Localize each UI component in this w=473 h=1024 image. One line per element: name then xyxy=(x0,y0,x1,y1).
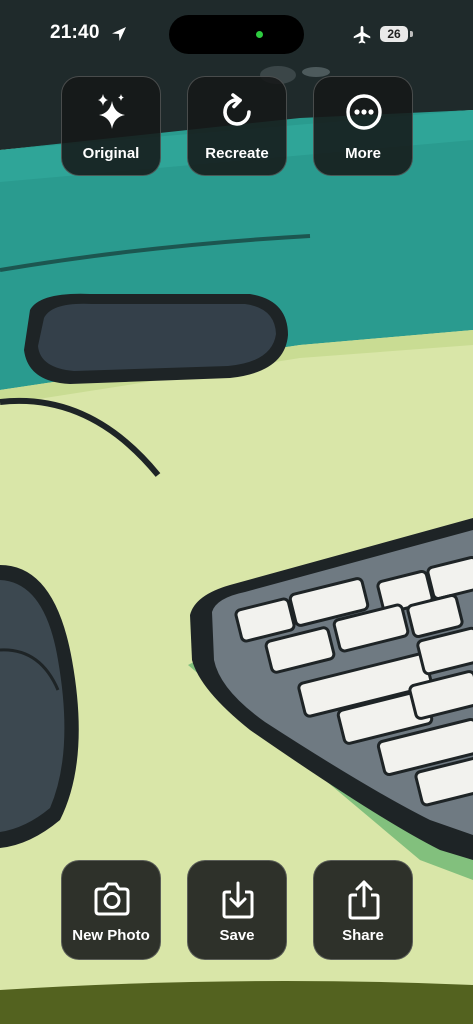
download-icon xyxy=(222,881,254,919)
save-button[interactable]: Save xyxy=(187,860,287,960)
share-icon xyxy=(348,880,380,920)
recreate-button-label: Recreate xyxy=(205,145,269,162)
refresh-icon xyxy=(223,93,251,126)
status-bar: 21:40 26 xyxy=(0,0,473,70)
save-button-label: Save xyxy=(219,927,255,944)
share-button[interactable]: Share xyxy=(313,860,413,960)
battery-icon: 26 xyxy=(380,26,408,42)
recreate-button[interactable]: Recreate xyxy=(187,76,287,176)
dynamic-island xyxy=(169,15,304,54)
original-button-label: Original xyxy=(82,145,140,162)
camera-indicator-dot xyxy=(256,31,263,38)
ellipsis-circle-icon xyxy=(346,94,382,130)
sparkles-icon xyxy=(98,94,125,129)
location-arrow-icon xyxy=(112,27,126,41)
status-time: 21:40 xyxy=(50,22,100,43)
camera-icon xyxy=(94,882,130,916)
more-button-label: More xyxy=(345,145,381,162)
share-button-label: Share xyxy=(342,927,384,944)
airplane-mode-icon xyxy=(353,26,371,44)
more-button[interactable]: More xyxy=(313,76,413,176)
new-photo-button-label: New Photo xyxy=(72,927,150,944)
battery-tip xyxy=(410,31,413,37)
original-button[interactable]: Original xyxy=(61,76,161,176)
new-photo-button[interactable]: New Photo xyxy=(61,860,161,960)
